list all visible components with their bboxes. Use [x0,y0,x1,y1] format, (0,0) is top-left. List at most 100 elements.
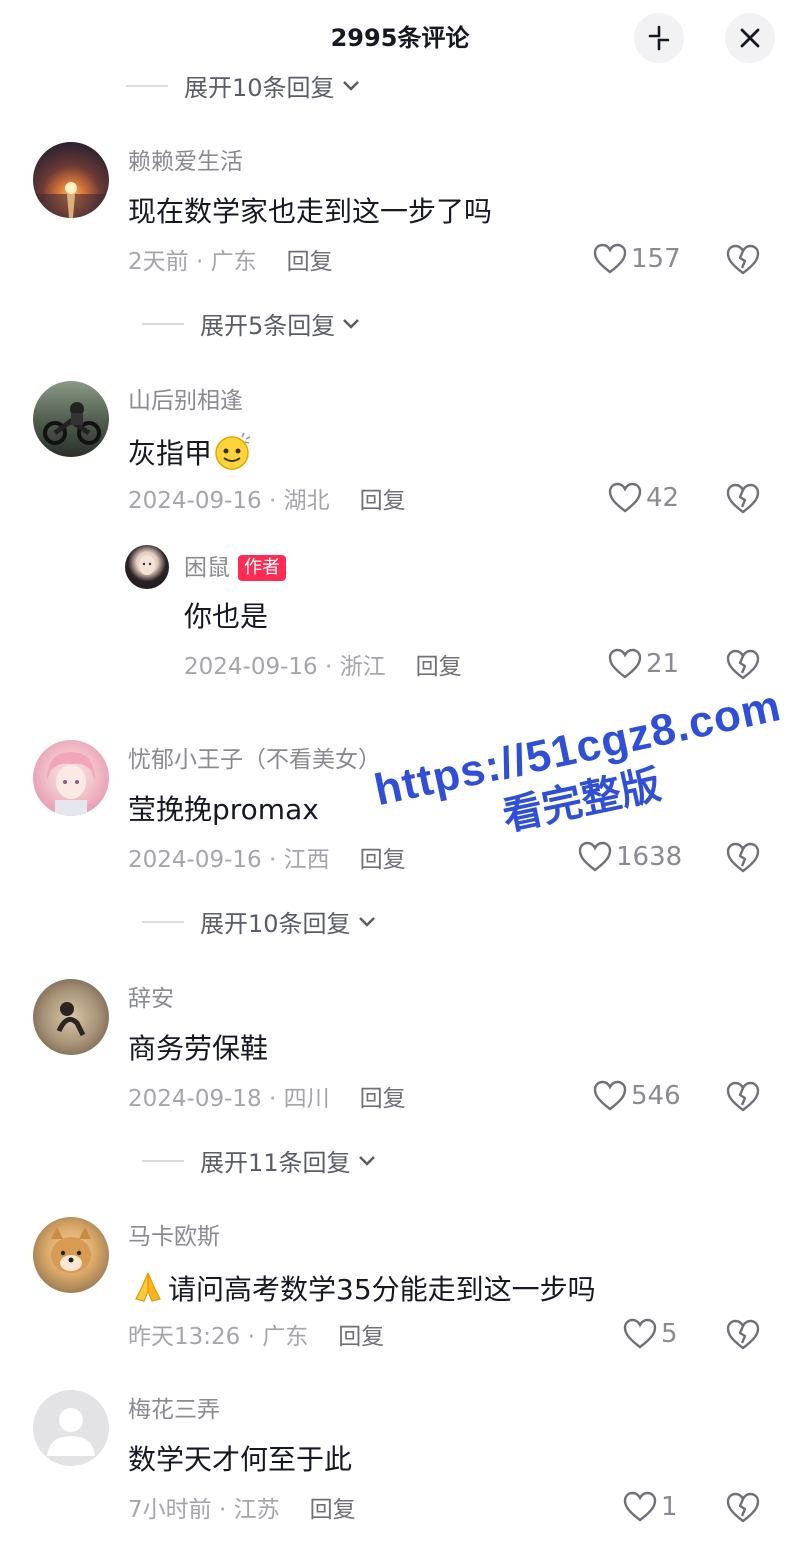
heart-icon [593,243,627,274]
comment-text: 现在数学家也走到这一步了吗 [128,195,493,228]
broken-heart-icon [726,1081,760,1112]
close-button[interactable] [725,13,775,63]
girl-avatar-image [139,555,155,575]
watermark-url: https://51cgz8.com [370,681,786,816]
divider-line [142,322,184,325]
username[interactable]: 赖赖爱生活 [128,146,243,178]
dislike-button[interactable] [726,649,760,685]
comment-meta: 2天前 · 广东 回复 [128,246,333,278]
anime-boy-image [47,752,95,816]
username[interactable]: 马卡欧斯 [128,1221,220,1253]
chevron-down-icon [358,916,375,927]
expand-replies[interactable]: 展开5条回复 [142,306,361,341]
username-text: 困鼠 [184,555,230,581]
dislike-button[interactable] [726,1492,760,1528]
like-count: 157 [631,244,681,274]
heart-icon [623,1318,657,1349]
comment-text-content: 请问高考数学35分能走到这一步吗 [168,1273,596,1306]
reply-button[interactable]: 回复 [360,847,406,873]
sunset-image [33,182,109,218]
heart-icon [578,841,612,872]
avatar[interactable] [33,142,109,218]
time-location: 昨天13:26 · 广东 [128,1324,309,1350]
comment-text: 数学天才何至于此 [128,1443,353,1476]
like-count: 1638 [616,842,683,872]
time-location: 2024-09-16 · 浙江 [184,654,386,680]
collapse-button[interactable] [634,13,684,63]
avatar[interactable] [33,979,109,1055]
comment-meta: 2024-09-16 · 浙江 回复 [184,651,462,683]
divider-line [142,920,184,923]
expand-replies[interactable]: 展开10条回复 [142,904,377,939]
reply-button[interactable]: 回复 [338,1324,384,1350]
chevron-down-icon [358,1155,375,1166]
expand-replies-label: 展开10条回复 [200,910,351,938]
like-button[interactable]: 42 [608,482,679,514]
heart-icon [593,1080,627,1111]
comment-text: 请问高考数学35分能走到这一步吗 [128,1267,596,1310]
chevron-down-icon [342,80,359,91]
expand-replies-label: 展开11条回复 [200,1149,351,1177]
reply-button[interactable]: 回复 [310,1497,356,1523]
time-location: 2024-09-16 · 江西 [128,847,330,873]
like-count: 21 [646,649,680,679]
like-count: 1 [661,1492,678,1522]
dislike-button[interactable] [726,842,760,878]
like-button[interactable]: 546 [593,1080,681,1112]
username[interactable]: 忧郁小王子（不看美女） [128,744,381,776]
broken-heart-icon [726,483,760,514]
expand-replies-label: 展开5条回复 [200,312,336,340]
dislike-button[interactable] [726,1319,760,1355]
expand-replies-top[interactable]: 展开10条回复 [126,68,361,103]
shiba-dog-image [51,1227,91,1273]
like-button[interactable]: 157 [593,243,681,275]
divider-line [142,1159,184,1162]
username[interactable]: 困鼠 作者 [184,552,286,584]
time-location: 7小时前 · 江苏 [128,1497,280,1523]
comment-meta: 2024-09-16 · 湖北 回复 [128,485,406,517]
comment-meta: 昨天13:26 · 广东 回复 [128,1321,384,1353]
dislike-button[interactable] [726,483,760,519]
avatar[interactable] [125,545,169,589]
like-button[interactable]: 1638 [578,841,682,873]
heart-icon [608,648,642,679]
username[interactable]: 山后别相逢 [128,385,243,417]
dislike-button[interactable] [726,1081,760,1117]
author-badge: 作者 [238,555,286,581]
divider-line [126,84,168,87]
time-location: 2024-09-18 · 四川 [128,1086,330,1112]
motorcycle-image [43,402,101,445]
like-count: 5 [661,1319,678,1349]
default-user-icon [47,1408,95,1456]
comment-meta: 2024-09-16 · 江西 回复 [128,844,406,876]
like-button[interactable]: 21 [608,648,679,680]
praying-hands-icon [135,1272,161,1302]
like-button[interactable]: 1 [623,1491,678,1523]
reply-button[interactable]: 回复 [416,654,462,680]
reply-button[interactable]: 回复 [287,249,333,275]
comment-meta: 2024-09-18 · 四川 回复 [128,1083,406,1115]
chevron-down-icon [343,318,360,329]
username[interactable]: 辞安 [128,983,174,1015]
expand-replies[interactable]: 展开11条回复 [142,1143,377,1178]
reply-button[interactable]: 回复 [360,1086,406,1112]
like-button[interactable]: 5 [623,1318,678,1350]
comment-text: 你也是 [184,600,269,633]
like-count: 42 [646,483,680,513]
broken-heart-icon [726,1319,760,1350]
watermark: https://51cgz8.com 看完整版 [370,681,795,922]
username[interactable]: 梅花三弄 [128,1394,220,1426]
time-location: 2024-09-16 · 湖北 [128,488,330,514]
time-location: 2天前 · 广东 [128,249,257,275]
avatar[interactable] [33,1390,109,1466]
like-count: 546 [631,1081,681,1111]
broken-heart-icon [726,1492,760,1523]
dislike-button[interactable] [726,244,760,280]
comment-meta: 7小时前 · 江苏 回复 [128,1494,356,1526]
emoji-icon [215,432,251,470]
comment-text: 商务劳保鞋 [128,1032,269,1065]
avatar[interactable] [33,1217,109,1293]
avatar[interactable] [33,740,109,816]
avatar[interactable] [33,381,109,457]
reply-button[interactable]: 回复 [360,488,406,514]
